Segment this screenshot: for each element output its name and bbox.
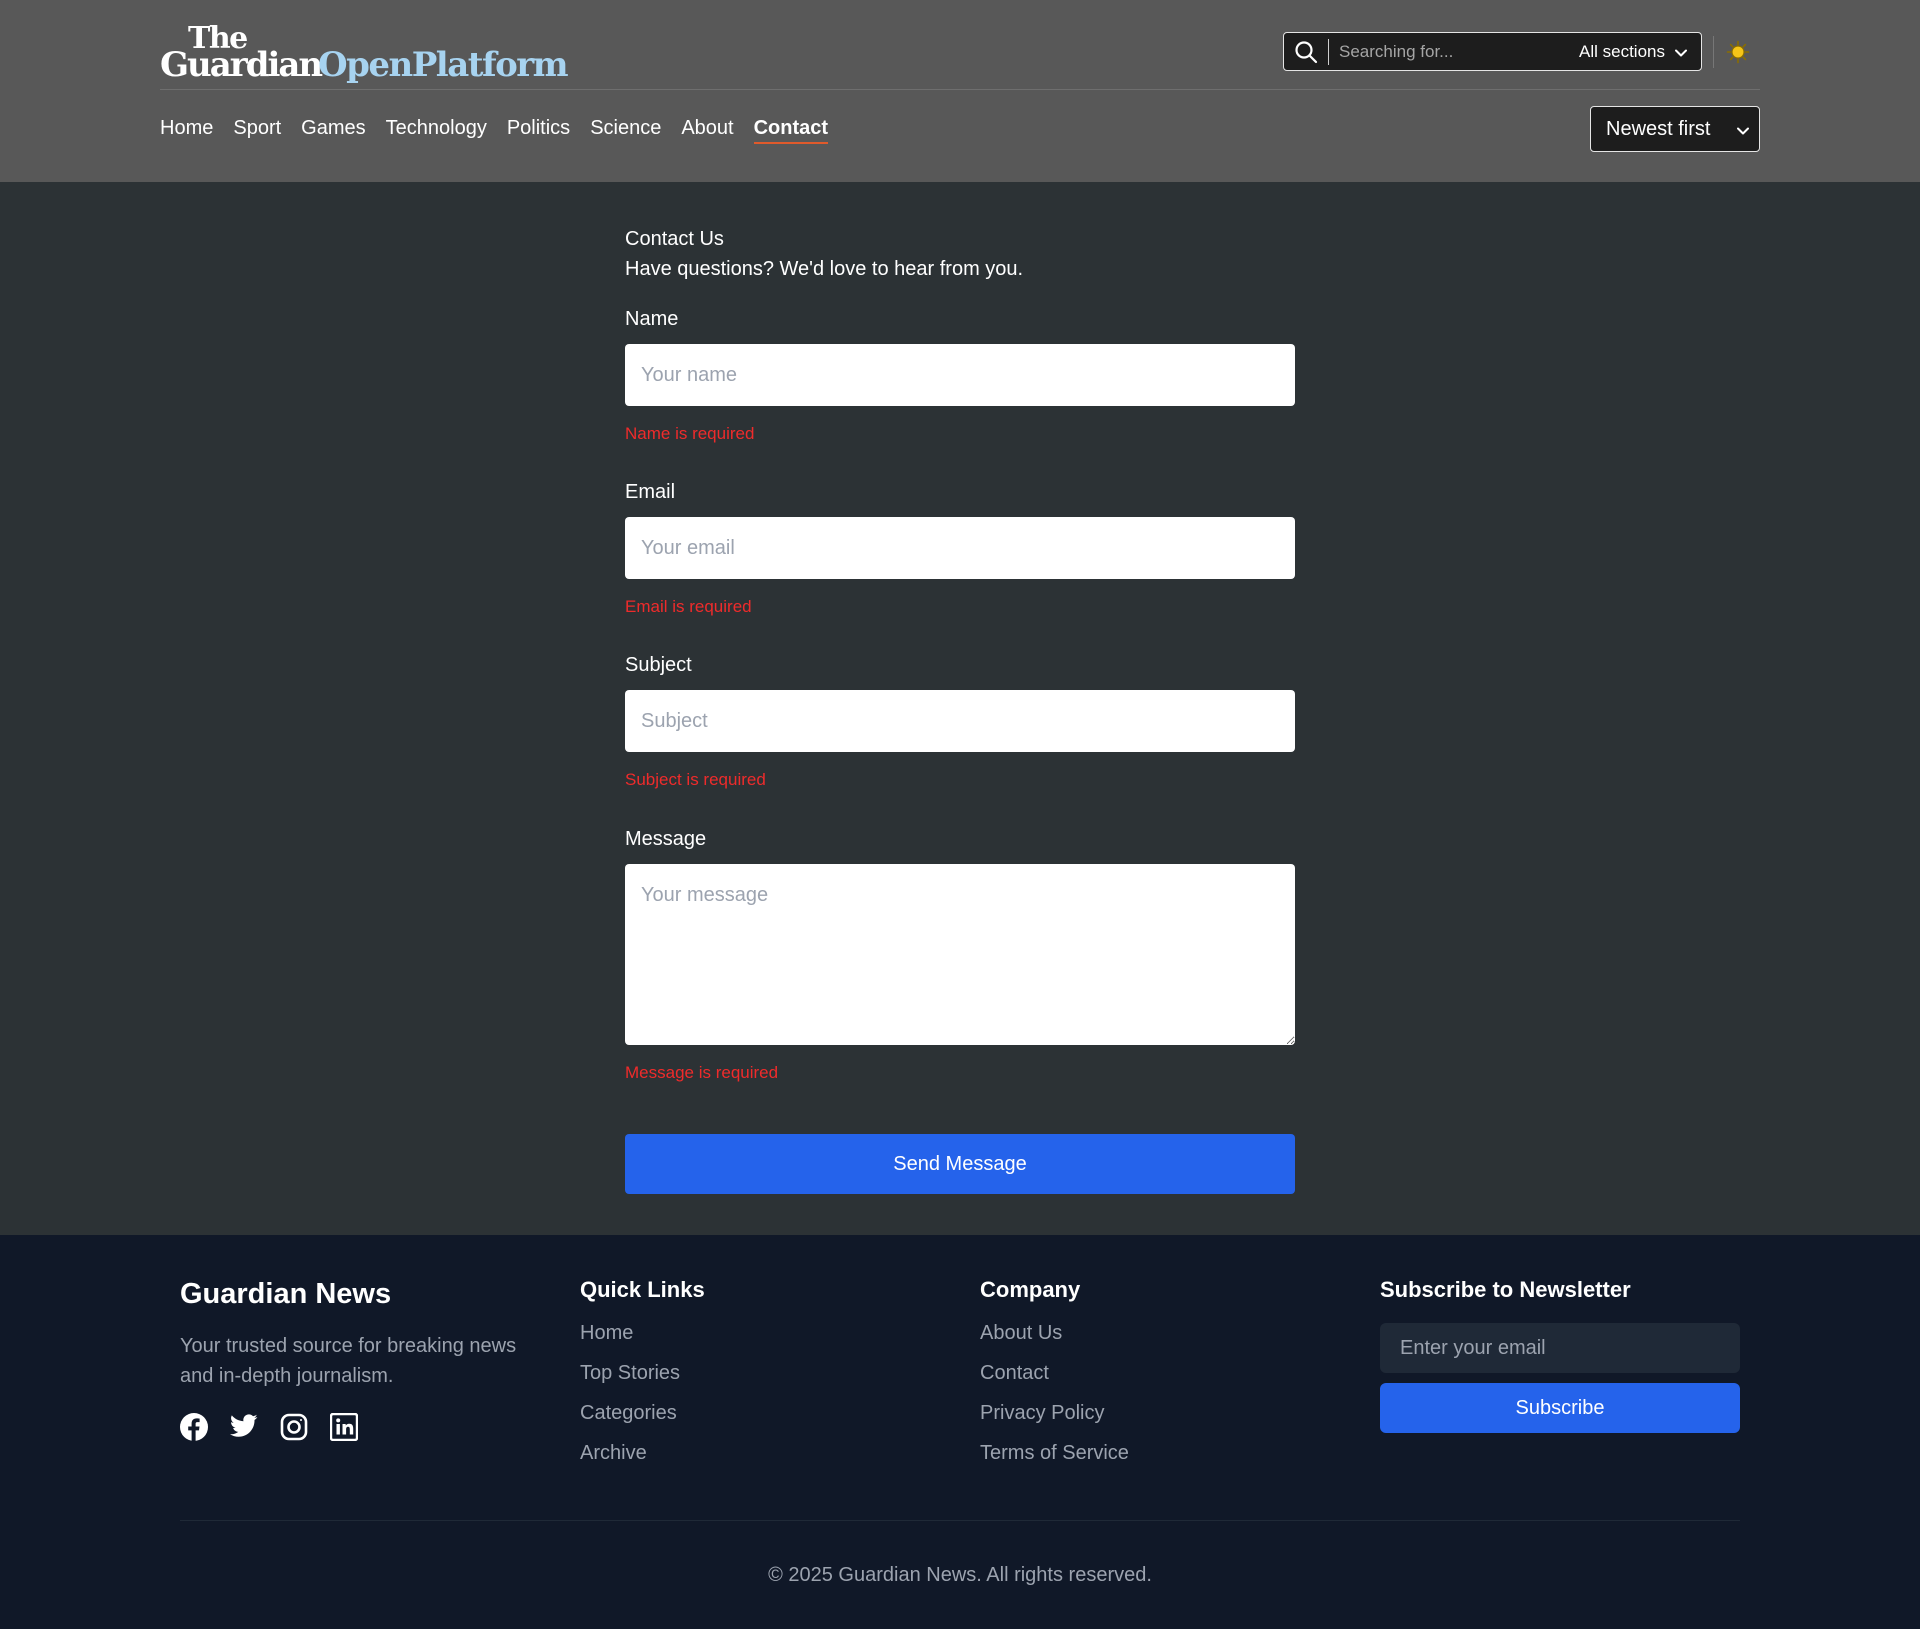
subject-error: Subject is required [625,770,766,789]
logo-open-platform: OpenPlatform [318,45,569,85]
sun-icon[interactable] [1726,40,1750,64]
newsletter-email-input[interactable] [1380,1323,1740,1373]
message-field[interactable] [625,864,1295,1045]
logo-guardian: Guardian [160,45,323,85]
company-links-list: About Us Contact Privacy Policy Terms of… [980,1321,1129,1465]
footer-description: Your trusted source for breaking news an… [180,1335,517,1387]
chevron-down-icon [1737,118,1749,141]
nav-item-home[interactable]: Home [160,116,213,144]
nav-item-sport[interactable]: Sport [233,116,281,144]
send-message-button[interactable]: Send Message [625,1134,1295,1194]
site-logo[interactable]: The Guardian OpenPlatform [160,24,569,85]
footer-brand: Guardian News [180,1278,392,1310]
email-group: Email Email is required [625,479,1295,617]
footer-link-categories[interactable]: Categories [580,1401,705,1425]
nav-item-politics[interactable]: Politics [507,116,570,144]
nav-item-games[interactable]: Games [301,116,365,144]
subject-label: Subject [625,654,692,676]
social-links [180,1413,540,1441]
section-select-value: All sections [1579,41,1665,61]
nav-item-technology[interactable]: Technology [386,116,487,144]
footer-quick-links-col: Quick Links Home Top Stories Categories … [580,1277,705,1465]
instagram-icon[interactable] [280,1413,308,1441]
site-footer: Guardian News Your trusted source for br… [0,1235,1920,1629]
message-label: Message [625,828,707,850]
nav-item-about[interactable]: About [681,116,733,144]
twitter-icon[interactable] [230,1413,258,1441]
email-label: Email [625,481,676,503]
email-error: Email is required [625,597,752,616]
subject-field[interactable] [625,690,1295,752]
chevron-down-icon [1675,42,1687,62]
page-title: Contact Us [625,228,724,250]
quick-links-list: Home Top Stories Categories Archive [580,1321,705,1465]
quick-links-heading: Quick Links [580,1277,705,1302]
name-group: Name Name is required [625,306,1295,444]
logo-wordmark: The Guardian [160,24,323,83]
footer-link-top-stories[interactable]: Top Stories [580,1361,705,1385]
main-content: Contact Us Have questions? We'd love to … [0,182,1920,1235]
main-nav: Home Sport Games Technology Politics Sci… [160,116,848,144]
footer-link-privacy-policy[interactable]: Privacy Policy [980,1401,1129,1425]
subscribe-button[interactable]: Subscribe [1380,1383,1740,1433]
footer-company-col: Company About Us Contact Privacy Policy … [980,1277,1129,1465]
site-header: The Guardian OpenPlatform All sections [0,0,1920,182]
page-subtitle: Have questions? We'd love to hear from y… [625,258,1024,280]
sort-select[interactable]: Newest first [1590,106,1760,152]
subject-group: Subject Subject is required [625,652,1295,790]
search-input[interactable] [1329,33,1580,70]
newsletter-heading: Subscribe to Newsletter [1380,1277,1631,1302]
message-error: Message is required [625,1063,779,1082]
message-group: Message Message is required [625,826,1295,1083]
header-divider [1713,36,1714,68]
search-bar: All sections [1283,32,1702,71]
footer-newsletter-col: Subscribe to Newsletter Subscribe [1380,1277,1740,1433]
contact-form: Contact Us Have questions? We'd love to … [625,224,1295,1194]
name-field[interactable] [625,344,1295,406]
name-label: Name [625,308,679,330]
footer-divider [180,1520,1740,1521]
footer-brand-col: Guardian News Your trusted source for br… [180,1277,540,1441]
footer-link-about-us[interactable]: About Us [980,1321,1129,1345]
sort-select-value: Newest first [1606,117,1711,140]
search-icon[interactable] [1284,38,1329,65]
facebook-icon[interactable] [180,1413,208,1441]
footer-link-contact[interactable]: Contact [980,1361,1129,1385]
footer-link-home[interactable]: Home [580,1321,705,1345]
header-inner: The Guardian OpenPlatform All sections [160,0,1760,182]
header-divider-line [160,89,1760,90]
email-field[interactable] [625,517,1295,579]
company-heading: Company [980,1277,1081,1302]
nav-item-science[interactable]: Science [590,116,661,144]
linkedin-icon[interactable] [330,1413,358,1441]
nav-item-contact[interactable]: Contact [753,116,829,144]
footer-link-archive[interactable]: Archive [580,1441,705,1465]
name-error: Name is required [625,424,755,443]
section-select[interactable]: All sections [1579,42,1701,62]
footer-link-terms-of-service[interactable]: Terms of Service [980,1441,1129,1465]
copyright-text: © 2025 Guardian News. All rights reserve… [768,1564,1152,1586]
